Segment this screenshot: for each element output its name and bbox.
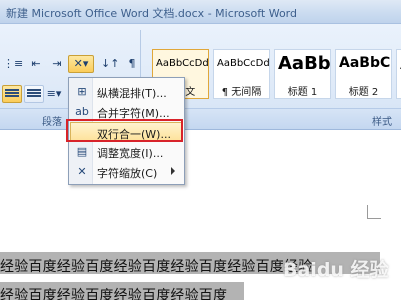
decrease-indent-button[interactable]: ⇤ [26,55,46,73]
line-spacing-button[interactable]: ≡▾ [44,85,64,103]
window-title: 新建 Microsoft Office Word 文档.docx - Micro… [6,7,297,20]
margin-corner-mark [367,205,381,219]
asian-layout-button[interactable]: ✕▾ [68,55,94,73]
fit-text-icon: ▤ [76,145,88,158]
title-bar: 新建 Microsoft Office Word 文档.docx - Micro… [0,0,401,24]
justify-button[interactable] [2,85,22,103]
multilevel-list-button[interactable]: ⋮≡ [2,55,23,73]
style-title[interactable]: A [396,49,401,99]
pilcrow-icon: ¶ [128,57,136,70]
character-scaling-icon: ✕ [77,165,87,178]
sort-button[interactable]: ↓↑ [100,55,120,73]
distributed-button[interactable] [24,85,44,103]
asian-layout-icon: ✕▾ [73,57,89,70]
style-heading-1[interactable]: AaBb 标题 1 [274,49,331,99]
menu-item-fit-text[interactable]: ▤ 调整宽度(I)... [70,142,183,162]
style-no-spacing[interactable]: AaBbCcDd ¶ 无间隔 [213,49,270,99]
submenu-arrow-icon [171,167,175,175]
style-name: 标题 1 [287,87,318,98]
ribbon-group-labels: 段落 样式 [0,108,401,130]
style-sample: AaBbCcDd [156,58,209,69]
style-sample: AaBbC [339,55,391,71]
style-sample: AaBb [278,53,331,74]
baidu-watermark: Baidu 经验 [283,259,389,281]
show-formatting-marks-button[interactable]: ¶ [122,55,142,73]
paragraph-group-label: 段落 [42,117,62,128]
document-line-2[interactable]: 经验百度经验百度经验百度经验百度 [0,285,227,300]
styles-group-label: 样式 [372,117,392,128]
style-heading-2[interactable]: AaBbC 标题 2 [335,49,392,99]
style-gallery: AaBbCcDd ¶ 正文 AaBbCcDd ¶ 无间隔 AaBb 标题 1 A… [148,49,401,99]
style-name: 标题 2 [348,87,379,98]
justify-icon [5,89,19,100]
menu-item-character-scaling[interactable]: ✕ 字符缩放(C) [70,162,183,182]
distribute-icon [27,89,41,100]
sort-icon: ↓↑ [101,57,120,70]
vertical-in-horizontal-icon: ⊞ [77,85,87,98]
combine-characters-icon: ab [75,105,89,118]
style-name: ¶ 无间隔 [221,87,262,98]
style-sample: AaBbCcDd [217,58,270,69]
increase-indent-button[interactable]: ⇥ [47,55,67,73]
highlight-annotation [66,119,183,142]
menu-item-vertical-in-horizontal[interactable]: ⊞ 纵横混排(T)... [70,82,183,102]
document-line-1[interactable]: 经验百度经验百度经验百度经验百度经验百度经验 [0,256,312,276]
